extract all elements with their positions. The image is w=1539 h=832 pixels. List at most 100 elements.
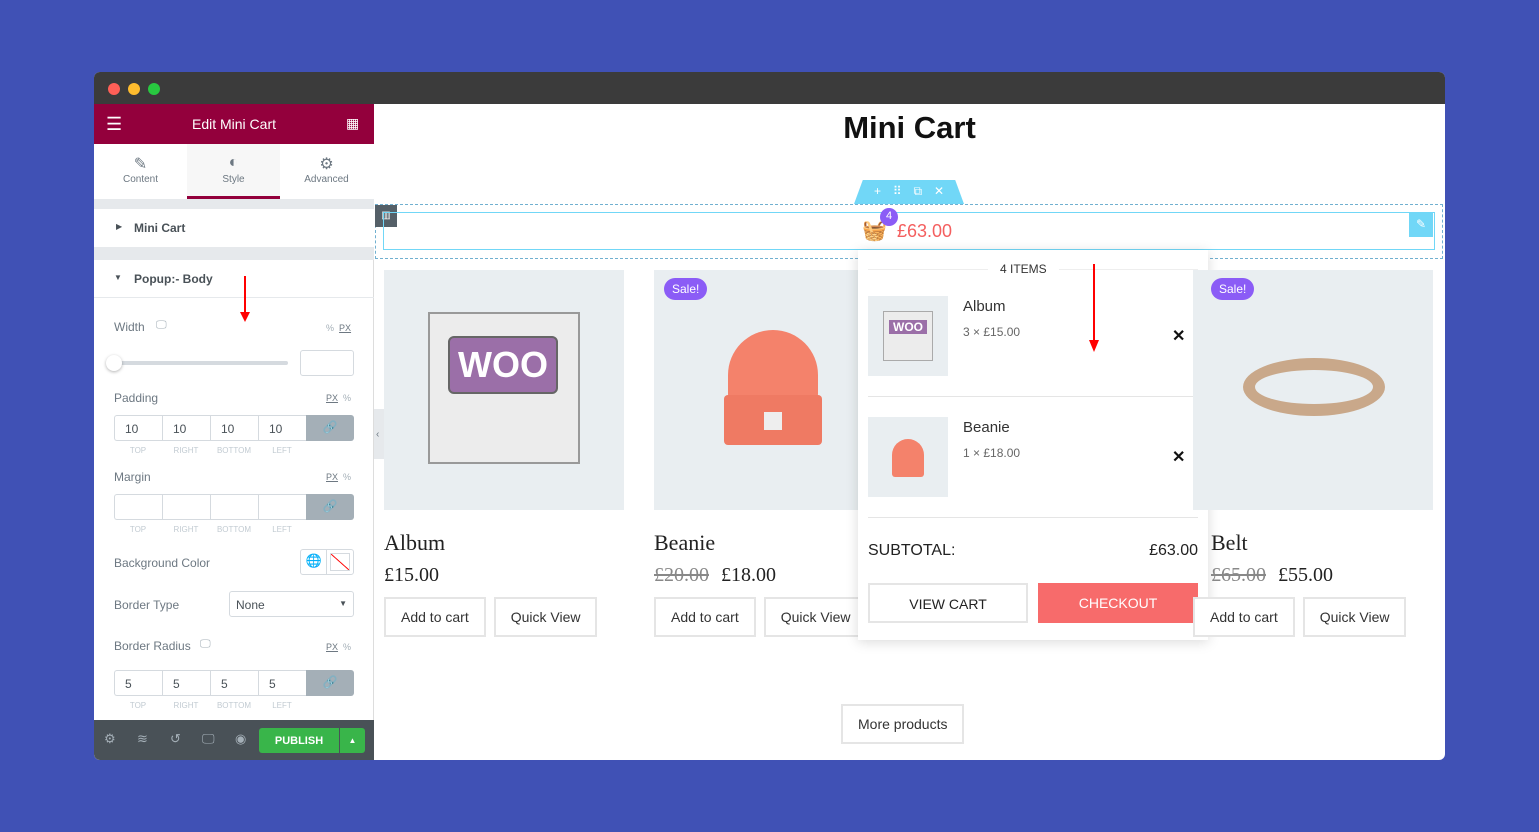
duplicate-icon[interactable]: ⧉	[914, 184, 923, 204]
side-label: TOP	[129, 525, 147, 534]
unit-px[interactable]: PX	[326, 472, 338, 482]
unit-percent[interactable]: %	[343, 642, 351, 652]
publish-options-button[interactable]: ▲	[340, 728, 365, 753]
width-input[interactable]	[300, 350, 354, 376]
margin-bottom-input[interactable]	[210, 494, 258, 520]
view-cart-button[interactable]: VIEW CART	[868, 583, 1028, 623]
panel-title: Edit Mini Cart	[191, 116, 277, 132]
remove-item-icon[interactable]: ✕	[1172, 326, 1185, 346]
add-to-cart-button[interactable]: Add to cart	[654, 597, 756, 637]
history-icon[interactable]: ↺	[170, 731, 181, 747]
border-radius-inputs: 5 5 5 5 🔗	[114, 670, 354, 696]
page-canvas: Mini Cart ‹ + ⠿ ⧉ ✕ ▥ ✎ 🧺 4 £63.00 WOO Albu…	[374, 104, 1445, 760]
side-label: RIGHT	[173, 701, 199, 710]
unit-percent[interactable]: %	[343, 393, 351, 403]
section-title: Mini Cart	[134, 221, 186, 235]
maximize-window-button[interactable]	[148, 83, 160, 95]
add-icon[interactable]: +	[874, 184, 881, 204]
remove-item-icon[interactable]: ✕	[1172, 447, 1185, 467]
preview-eye-icon[interactable]: ◉	[235, 731, 246, 747]
divider	[94, 247, 374, 260]
cart-item-thumbnail[interactable]: WOO	[868, 296, 948, 376]
close-window-button[interactable]	[108, 83, 120, 95]
delete-icon[interactable]: ✕	[934, 184, 944, 204]
minimize-window-button[interactable]	[128, 83, 140, 95]
product-name[interactable]: Album	[384, 530, 624, 556]
unit-px[interactable]: PX	[339, 323, 351, 333]
sale-badge: Sale!	[664, 278, 708, 300]
tab-content[interactable]: ✎ Content	[94, 144, 187, 199]
side-label: RIGHT	[173, 446, 199, 455]
desktop-icon[interactable]: 🖵	[156, 319, 167, 332]
radius-top-input[interactable]: 5	[114, 670, 162, 696]
add-to-cart-button[interactable]: Add to cart	[1193, 597, 1295, 637]
gear-icon: ⚙	[319, 156, 334, 173]
drag-handle-icon[interactable]: ⠿	[893, 184, 902, 204]
tab-advanced[interactable]: ⚙ Advanced	[280, 144, 373, 199]
padding-left-input[interactable]: 10	[258, 415, 306, 441]
tab-style[interactable]: ◐ Style	[187, 144, 280, 199]
browser-window: ☰ Edit Mini Cart ▦ ✎ Content ◐ Style ⚙ Adva…	[94, 72, 1445, 760]
publish-button[interactable]: PUBLISH	[259, 728, 339, 753]
more-products-wrap: More products	[841, 704, 965, 744]
margin-left-input[interactable]	[258, 494, 306, 520]
unit-percent[interactable]: %	[343, 472, 351, 482]
layers-icon[interactable]: ≋	[137, 731, 148, 747]
divider	[94, 199, 374, 209]
radius-left-input[interactable]: 5	[258, 670, 306, 696]
settings-icon[interactable]: ⚙	[104, 731, 116, 747]
page-title: Mini Cart	[843, 110, 976, 145]
link-values-button[interactable]: 🔗	[306, 494, 354, 520]
title-bar	[94, 72, 1445, 104]
unit-px[interactable]: PX	[326, 642, 338, 652]
responsive-icon[interactable]: 🖵	[202, 731, 215, 747]
cart-total[interactable]: £63.00	[897, 221, 952, 242]
contrast-icon: ◐	[228, 154, 239, 171]
quick-view-button[interactable]: Quick View	[1302, 597, 1407, 637]
padding-top-input[interactable]: 10	[114, 415, 162, 441]
old-price: £65.00	[1211, 564, 1266, 586]
section-popup-body[interactable]: ▼ Popup:- Body	[94, 260, 374, 298]
slider-handle[interactable]	[106, 355, 122, 371]
checkout-button[interactable]: CHECKOUT	[1038, 583, 1198, 623]
link-values-button[interactable]: 🔗	[306, 670, 354, 696]
cart-item-quantity: 1 × £18.00	[963, 446, 1021, 460]
link-values-button[interactable]: 🔗	[306, 415, 354, 441]
padding-right-input[interactable]: 10	[162, 415, 210, 441]
product-image[interactable]: Sale!	[1193, 270, 1433, 510]
product-name[interactable]: Belt	[1193, 530, 1433, 556]
cart-item-name[interactable]: Beanie	[963, 419, 1010, 436]
quick-view-button[interactable]: Quick View	[763, 597, 868, 637]
beanie-art	[728, 330, 818, 400]
edit-widget-pencil-icon[interactable]: ✎	[1409, 213, 1433, 237]
desktop-icon[interactable]: 🖵	[200, 638, 211, 651]
cart-item-name[interactable]: Album	[963, 298, 1006, 315]
widgets-grid-icon[interactable]: ▦	[346, 115, 359, 132]
editor-panel: ☰ Edit Mini Cart ▦ ✎ Content ◐ Style ⚙ Adva…	[94, 104, 374, 760]
more-products-button[interactable]: More products	[841, 704, 965, 744]
border-type-select[interactable]: None ▼	[229, 591, 354, 617]
collapse-panel-button[interactable]: ‹	[374, 409, 384, 459]
quick-view-button[interactable]: Quick View	[493, 597, 598, 637]
cart-item-thumbnail[interactable]	[868, 417, 948, 497]
add-to-cart-button[interactable]: Add to cart	[384, 597, 486, 637]
margin-top-input[interactable]	[114, 494, 162, 520]
unit-percent[interactable]: %	[326, 323, 334, 333]
unit-px[interactable]: PX	[326, 393, 338, 403]
width-units[interactable]: % PX	[326, 323, 351, 333]
globe-icon[interactable]: 🌐	[301, 550, 328, 574]
divider	[868, 517, 1198, 518]
mini-cart-popup: 4 ITEMS WOO Album 3 × £15.00 ✕ Beanie 1 …	[858, 250, 1208, 640]
arrow-head	[240, 312, 250, 322]
margin-right-input[interactable]	[162, 494, 210, 520]
product-image[interactable]: WOO	[384, 270, 624, 510]
radius-bottom-input[interactable]: 5	[210, 670, 258, 696]
color-picker[interactable]: 🌐	[300, 549, 354, 575]
radius-right-input[interactable]: 5	[162, 670, 210, 696]
color-swatch[interactable]	[330, 553, 350, 571]
padding-bottom-input[interactable]: 10	[210, 415, 258, 441]
section-mini-cart[interactable]: ▶ Mini Cart	[94, 209, 374, 247]
cart-count-badge: 4	[880, 208, 898, 226]
width-slider[interactable]	[114, 361, 288, 365]
cart-item-quantity: 3 × £15.00	[963, 325, 1021, 339]
